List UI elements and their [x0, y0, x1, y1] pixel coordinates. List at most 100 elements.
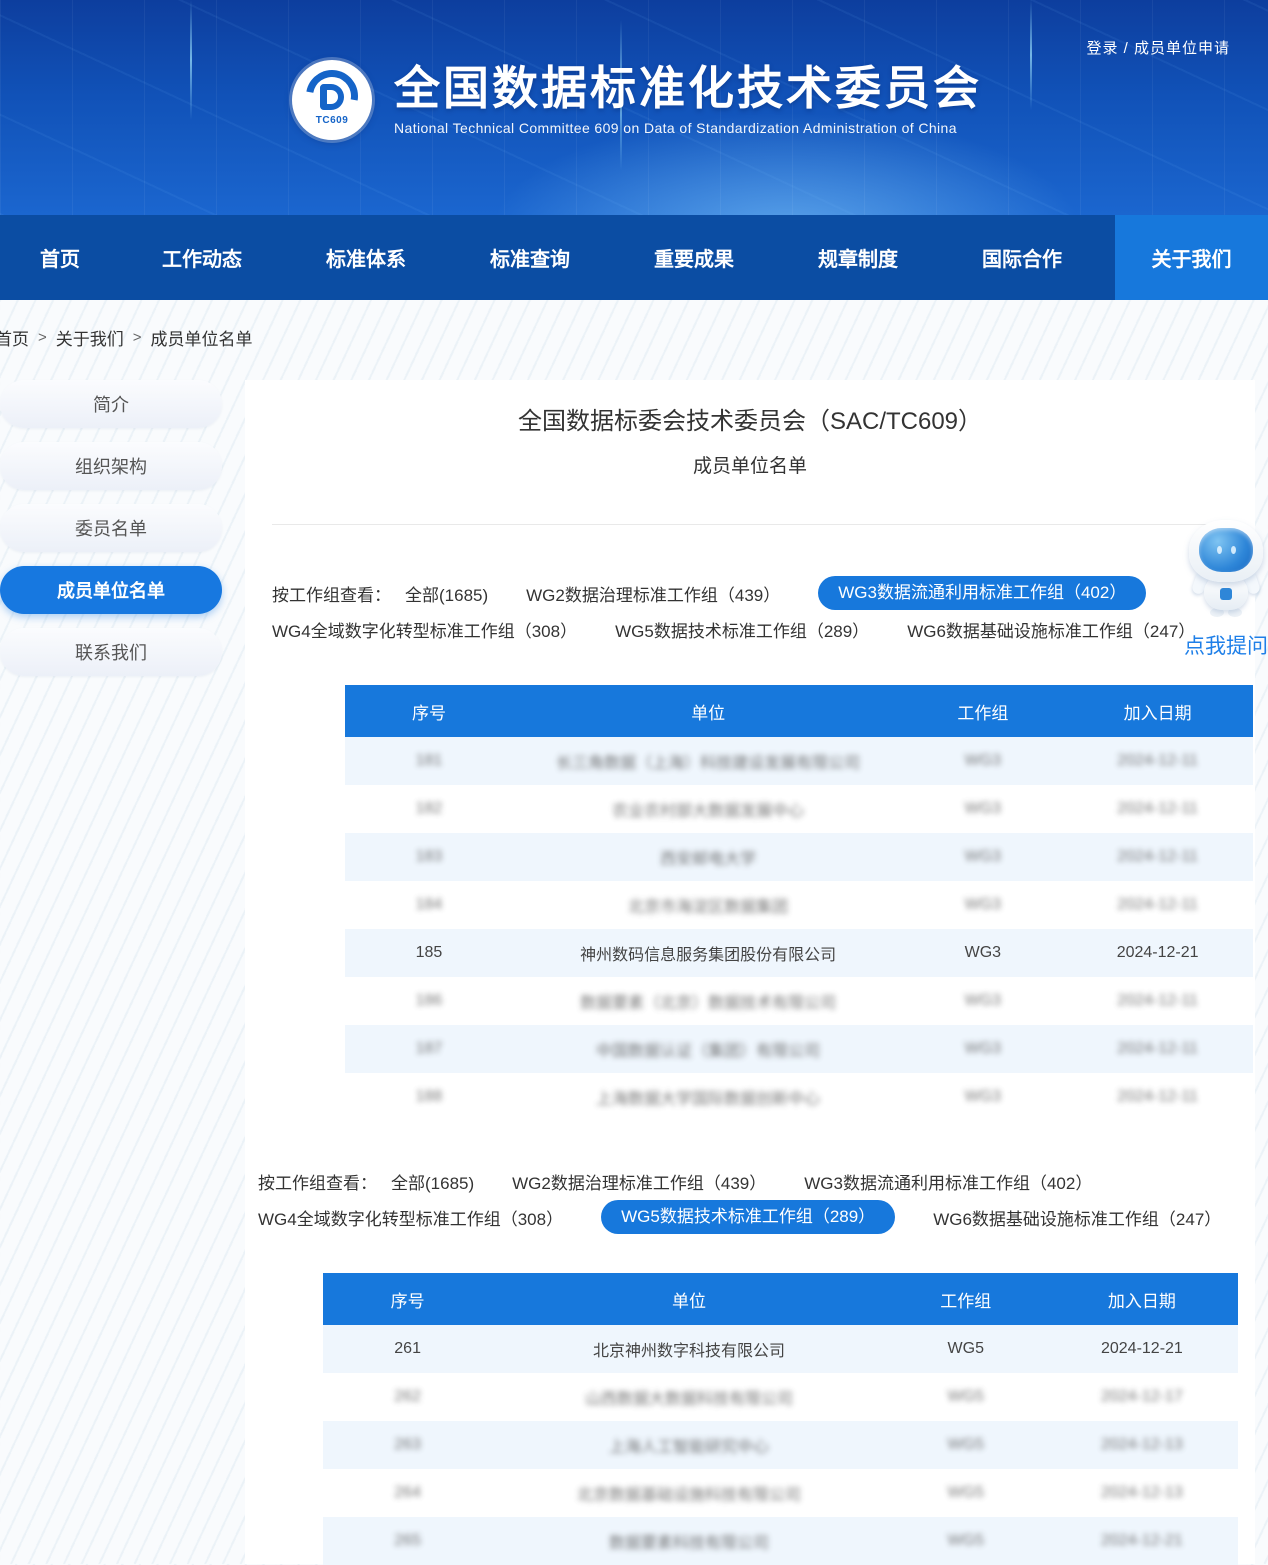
table-row: 181 长三角数据（上海）科技建设发展有限公司 WG3 2024-12-11	[345, 737, 1253, 785]
nav-item-work-news[interactable]: 工作动态	[120, 215, 284, 300]
brand-text: 全国数据标准化技术委员会 National Technical Committe…	[394, 60, 982, 136]
cell-group: WG3	[903, 944, 1062, 962]
sidebar-item-committee-list[interactable]: 委员名单	[0, 504, 222, 552]
nav-item-international[interactable]: 国际合作	[940, 215, 1104, 300]
site-banner: 登录 / 成员单位申请 TC609 全国数据标准化技术委员会 National …	[0, 0, 1268, 215]
cell-date: 2024-12-13	[1046, 1484, 1238, 1502]
chat-assistant[interactable]: 点我提问	[1183, 520, 1268, 660]
ask-me-label[interactable]: 点我提问	[1183, 630, 1268, 660]
filter-wg5-active[interactable]: WG5数据技术标准工作组（289）	[601, 1200, 895, 1234]
nav-item-regulations[interactable]: 规章制度	[776, 215, 940, 300]
cell-group: WG3	[903, 896, 1062, 914]
table-row-highlight: 261 北京神州数字科技有限公司 WG5 2024-12-21	[323, 1325, 1238, 1373]
filter-row: 按工作组查看： 全部(1685) WG2数据治理标准工作组（439） WG3数据…	[258, 1163, 1255, 1199]
cell-date: 2024-12-21	[1062, 944, 1253, 962]
sidebar-item-org-structure[interactable]: 组织架构	[0, 442, 222, 490]
cell-date: 2024-12-17	[1046, 1388, 1238, 1406]
filter-all[interactable]: 全部(1685)	[391, 1169, 474, 1194]
cell-no: 187	[345, 1040, 513, 1058]
filter-wg3[interactable]: WG3数据流通利用标准工作组（402）	[804, 1169, 1092, 1194]
nav-item-about-us[interactable]: 关于我们	[1115, 215, 1268, 300]
sidebar-item-member-units[interactable]: 成员单位名单	[0, 566, 222, 614]
cell-group: WG3	[903, 992, 1062, 1010]
divider	[272, 524, 1228, 525]
breadcrumb-separator: >	[133, 329, 142, 346]
nav-item-standard-search[interactable]: 标准查询	[448, 215, 612, 300]
breadcrumb-home[interactable]: 首页	[0, 325, 29, 350]
table-row: 188 上海数据大学国际数据创新中心 WG3 2024-12-11	[345, 1073, 1253, 1121]
cell-no: 264	[323, 1484, 492, 1502]
logo-text: TC609	[292, 115, 372, 126]
col-header-unit: 单位	[492, 1287, 885, 1312]
table-row-highlight: 185 神州数码信息服务集团股份有限公司 WG3 2024-12-21	[345, 929, 1253, 977]
cell-unit: 北京市海淀区数据集团	[513, 893, 903, 917]
cell-date: 2024-12-11	[1062, 1040, 1253, 1058]
filter-label: 按工作组查看：	[272, 581, 391, 606]
nav-item-achievements[interactable]: 重要成果	[612, 215, 776, 300]
col-header-date: 加入日期	[1046, 1287, 1238, 1312]
robot-eye	[1217, 546, 1222, 554]
breadcrumb-about[interactable]: 关于我们	[56, 325, 124, 350]
filter-wg2[interactable]: WG2数据治理标准工作组（439）	[526, 581, 780, 606]
nav-item-home[interactable]: 首页	[0, 215, 120, 300]
cell-group: WG5	[886, 1532, 1046, 1550]
page-subtitle: 成员单位名单	[245, 454, 1255, 480]
cell-group: WG3	[903, 752, 1062, 770]
cell-group: WG3	[903, 848, 1062, 866]
col-header-unit: 单位	[513, 699, 903, 724]
cell-date: 2024-12-11	[1062, 1088, 1253, 1106]
col-header-no: 序号	[345, 699, 513, 724]
col-header-no: 序号	[323, 1287, 492, 1312]
cell-group: WG5	[886, 1436, 1046, 1454]
page-title: 全国数据标委会技术委员会（SAC/TC609）	[245, 406, 1255, 438]
banner-beam	[1030, 0, 1032, 110]
filter-wg5[interactable]: WG5数据技术标准工作组（289）	[615, 617, 869, 642]
cell-no: 181	[345, 752, 513, 770]
site-title: 全国数据标准化技术委员会	[394, 60, 982, 116]
login-link[interactable]: 登录 / 成员单位申请	[1086, 37, 1230, 58]
cell-no: 261	[323, 1340, 492, 1358]
robot-mascot-icon[interactable]	[1186, 520, 1266, 616]
filter-wg4[interactable]: WG4全域数字化转型标准工作组（308）	[258, 1205, 563, 1230]
cell-group: WG3	[903, 1040, 1062, 1058]
filter-wg2[interactable]: WG2数据治理标准工作组（439）	[512, 1169, 766, 1194]
filter-all[interactable]: 全部(1685)	[405, 581, 488, 606]
cell-no: 182	[345, 800, 513, 818]
filter-wg4[interactable]: WG4全域数字化转型标准工作组（308）	[272, 617, 577, 642]
cell-date: 2024-12-11	[1062, 992, 1253, 1010]
cell-unit: 农业农村部大数据发展中心	[513, 797, 903, 821]
table-row: 265 数据要素科技有限公司 WG5 2024-12-21	[323, 1517, 1238, 1565]
cell-no: 186	[345, 992, 513, 1010]
cell-no: 263	[323, 1436, 492, 1454]
table-header-row: 序号 单位 工作组 加入日期	[345, 685, 1253, 737]
table-header-row: 序号 单位 工作组 加入日期	[323, 1273, 1238, 1325]
tc609-logo-icon: TC609	[292, 60, 372, 140]
cell-group: WG5	[886, 1484, 1046, 1502]
main-nav: 首页 工作动态 标准体系 标准查询 重要成果 规章制度 国际合作 关于我们	[0, 215, 1268, 300]
filter-wg6[interactable]: WG6数据基础设施标准工作组（247）	[907, 617, 1195, 642]
filter-row: 按工作组查看： 全部(1685) WG2数据治理标准工作组（439） WG3数据…	[272, 575, 1255, 611]
cell-date: 2024-12-11	[1062, 800, 1253, 818]
member-table-wg3: 序号 单位 工作组 加入日期 181 长三角数据（上海）科技建设发展有限公司 W…	[345, 685, 1253, 1121]
cell-unit: 上海数据大学国际数据创新中心	[513, 1085, 903, 1109]
nav-item-standard-system[interactable]: 标准体系	[284, 215, 448, 300]
table-row: 183 西安邮电大学 WG3 2024-12-11	[345, 833, 1253, 881]
member-table-wg5: 序号 单位 工作组 加入日期 261 北京神州数字科技有限公司 WG5 2024…	[323, 1273, 1238, 1565]
filter-group-wg3: 按工作组查看： 全部(1685) WG2数据治理标准工作组（439） WG3数据…	[272, 575, 1255, 647]
sidebar-item-intro[interactable]: 简介	[0, 380, 222, 428]
robot-face-screen	[1199, 528, 1253, 572]
cell-unit: 长三角数据（上海）科技建设发展有限公司	[513, 749, 903, 773]
col-header-group: 工作组	[903, 699, 1062, 724]
table-row: 264 北京数据基础设施科技有限公司 WG5 2024-12-13	[323, 1469, 1238, 1517]
filter-wg6[interactable]: WG6数据基础设施标准工作组（247）	[933, 1205, 1221, 1230]
robot-head	[1189, 520, 1263, 582]
filter-wg3-active[interactable]: WG3数据流通利用标准工作组（402）	[818, 576, 1146, 610]
breadcrumb-separator: >	[38, 329, 47, 346]
sidebar-item-contact[interactable]: 联系我们	[0, 628, 222, 676]
filter-row: WG4全域数字化转型标准工作组（308） WG5数据技术标准工作组（289） W…	[272, 611, 1255, 647]
cell-no: 188	[345, 1088, 513, 1106]
cell-no: 185	[345, 944, 513, 962]
breadcrumb-member-list[interactable]: 成员单位名单	[151, 325, 253, 350]
filter-label: 按工作组查看：	[258, 1169, 377, 1194]
table-row: 263 上海人工智能研究中心 WG5 2024-12-13	[323, 1421, 1238, 1469]
